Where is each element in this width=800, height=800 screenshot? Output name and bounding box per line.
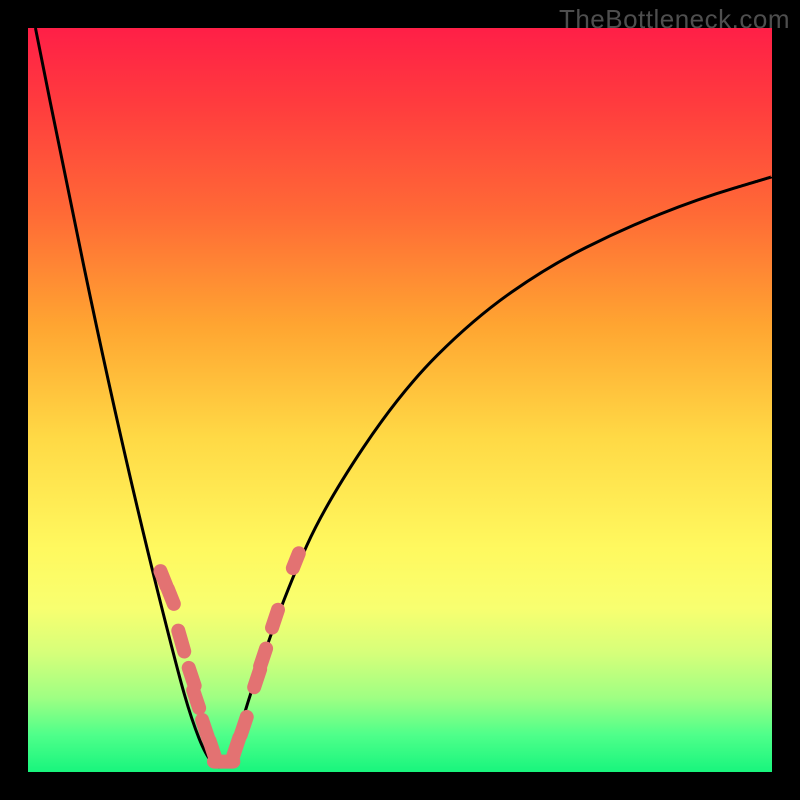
watermark-text: TheBottleneck.com	[559, 4, 790, 35]
segment-left-5	[193, 690, 199, 708]
frame: TheBottleneck.com	[0, 0, 800, 800]
segment-left-2	[168, 589, 174, 604]
segment-right-5	[272, 610, 278, 628]
dots-group	[160, 553, 298, 761]
chart-svg	[28, 28, 772, 772]
segment-left-3	[178, 631, 184, 652]
segment-right-4	[260, 648, 266, 666]
plot-area	[28, 28, 772, 772]
segment-left-4	[189, 668, 195, 686]
segment-right-6	[293, 553, 299, 568]
bottleneck-curve	[35, 28, 772, 767]
segment-right-2	[241, 717, 247, 735]
